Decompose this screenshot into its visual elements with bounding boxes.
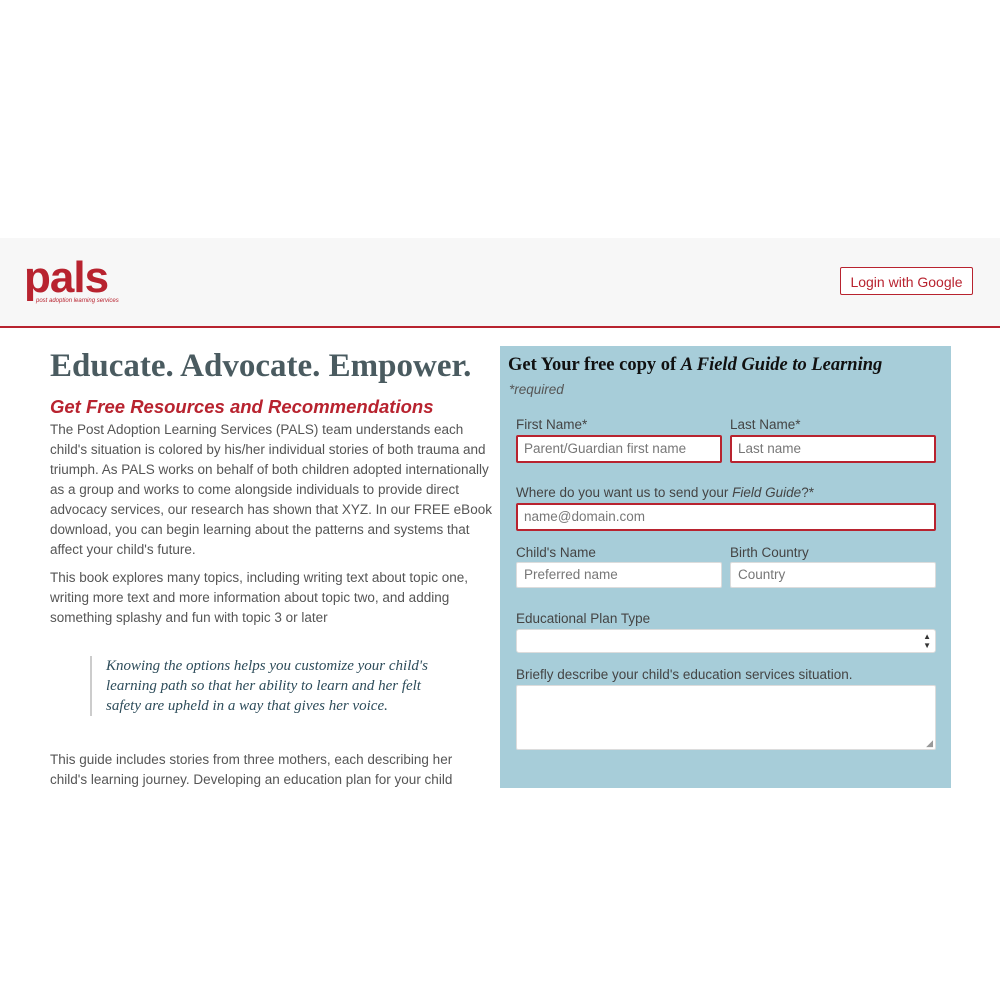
form-title-book: A Field Guide to Learning bbox=[680, 355, 883, 375]
child-name-label: Child's Name bbox=[516, 545, 596, 560]
required-note: *required bbox=[509, 382, 564, 397]
describe-textarea[interactable]: ◢ bbox=[516, 685, 936, 750]
form-title: Get Your free copy of A Field Guide to L… bbox=[508, 355, 882, 376]
last-name-input[interactable]: Last name bbox=[730, 435, 936, 463]
page-tagline: Educate. Advocate. Empower. bbox=[50, 348, 472, 384]
email-label-prefix: Where do you want us to send your bbox=[516, 485, 729, 500]
describe-label: Briefly describe your child's education … bbox=[516, 667, 853, 682]
email-label-suffix: ?* bbox=[801, 485, 814, 500]
last-name-label: Last Name* bbox=[730, 417, 801, 432]
email-label-em: Field Guide bbox=[732, 485, 802, 500]
first-name-label: First Name* bbox=[516, 417, 588, 432]
select-arrows-icon: ▲ ▼ bbox=[923, 632, 931, 650]
email-label: Where do you want us to send your Field … bbox=[516, 485, 814, 500]
birth-country-input[interactable]: Country bbox=[730, 562, 936, 588]
resources-heading: Get Free Resources and Recommendations bbox=[50, 396, 434, 417]
plan-type-select[interactable]: ▲ ▼ bbox=[516, 629, 936, 653]
top-navbar: pals post adoption learning services Log… bbox=[0, 238, 1000, 328]
form-title-prefix: Get Your free copy of bbox=[508, 355, 677, 375]
topics-paragraph: This book explores many topics, includin… bbox=[50, 570, 468, 625]
login-with-google-button[interactable]: Login with Google bbox=[840, 267, 973, 295]
intro-column: Educate. Advocate. Empower. Get Free Res… bbox=[50, 346, 492, 788]
child-name-input[interactable]: Preferred name bbox=[516, 562, 722, 588]
logo-tagline: post adoption learning services bbox=[36, 298, 119, 304]
guide-paragraph: This guide includes stories from three m… bbox=[50, 752, 453, 787]
pull-quote: Knowing the options helps you customize … bbox=[90, 656, 436, 716]
page-viewport: pals post adoption learning services Log… bbox=[0, 238, 1000, 788]
email-input[interactable]: name@domain.com bbox=[516, 503, 936, 531]
pals-logo[interactable]: pals post adoption learning services bbox=[24, 256, 134, 306]
birth-country-label: Birth Country bbox=[730, 545, 809, 560]
first-name-input[interactable]: Parent/Guardian first name bbox=[516, 435, 722, 463]
resize-grip-icon[interactable]: ◢ bbox=[926, 739, 933, 748]
download-form: Get Your free copy of A Field Guide to L… bbox=[500, 346, 951, 788]
logo-wordmark: pals bbox=[24, 253, 109, 302]
plan-type-label: Educational Plan Type bbox=[516, 611, 651, 626]
intro-paragraph: The Post Adoption Learning Services (PAL… bbox=[50, 422, 492, 557]
